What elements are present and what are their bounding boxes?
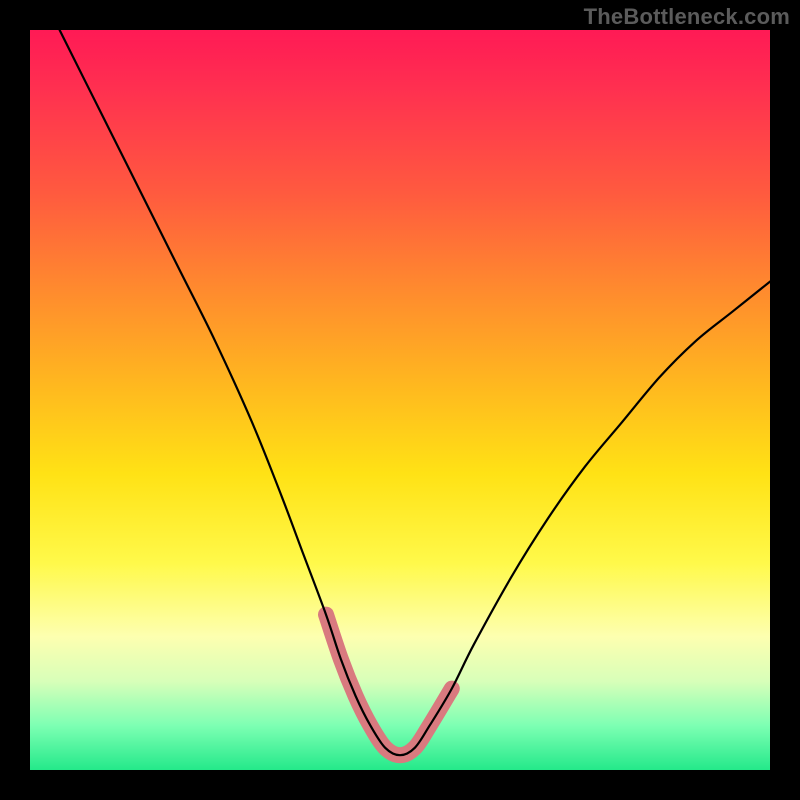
curve-layer: [30, 30, 770, 770]
chart-stage: TheBottleneck.com: [0, 0, 800, 800]
watermark-text: TheBottleneck.com: [584, 4, 790, 30]
bottleneck-curve-path: [60, 30, 770, 755]
plot-area: [30, 30, 770, 770]
highlight-band-path: [326, 615, 452, 756]
